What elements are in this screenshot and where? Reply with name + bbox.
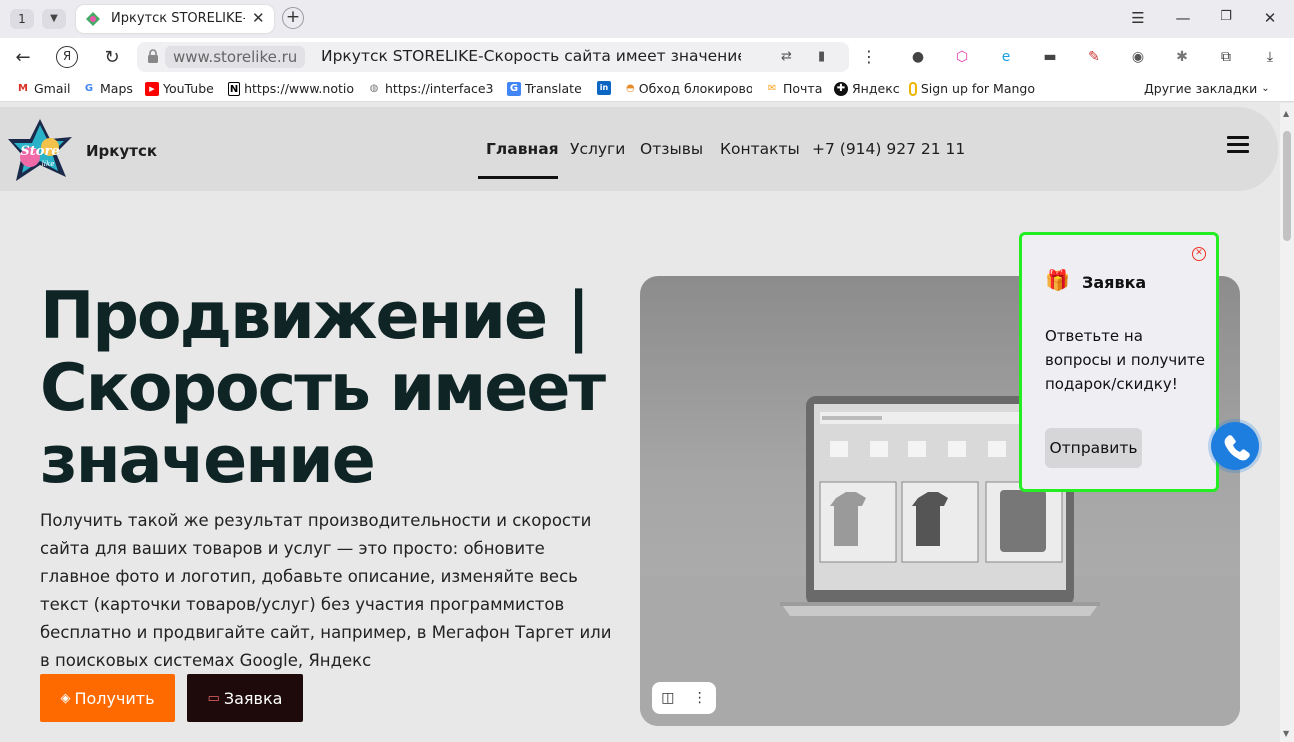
- edge-extension-icon[interactable]: e: [996, 47, 1016, 67]
- gift-icon: 🎁: [1045, 268, 1070, 292]
- chevron-down-icon: ⌄: [1261, 83, 1270, 94]
- mango-icon: [909, 81, 917, 96]
- menu-icon[interactable]: ☰: [1128, 9, 1148, 27]
- nav-active-indicator: [478, 176, 558, 179]
- chat-icon: ▭: [207, 690, 220, 706]
- storelike-logo[interactable]: Store like: [6, 117, 74, 185]
- browser-tab[interactable]: Иркутск STORELIKE-С ✕: [76, 5, 274, 33]
- reload-icon[interactable]: ↻: [101, 47, 123, 68]
- globe-icon: ◍: [369, 82, 379, 94]
- bookmark-mango[interactable]: Sign up for Mango: [909, 81, 1035, 96]
- bookmarks-bar: M Gmail G Maps ▶ YouTube Nhttps://www.notio…: [0, 76, 1294, 102]
- new-tab-button[interactable]: +: [282, 7, 304, 29]
- scroll-up-icon[interactable]: ▲: [1283, 109, 1289, 118]
- gmail-icon: M: [18, 82, 28, 94]
- popup-text: Ответьте на вопросы и получите подарок/с…: [1045, 327, 1205, 393]
- translate-icon: G: [507, 81, 521, 96]
- bookmark-maps[interactable]: G Maps: [82, 81, 133, 96]
- popup-title: Заявка: [1082, 273, 1147, 292]
- nav-phone[interactable]: +7 (914) 927 21 11: [812, 140, 965, 158]
- url-page-title: Иркутск STORELIKE-Скорость сайта имеет з…: [321, 47, 741, 65]
- notion-icon: N: [228, 81, 241, 96]
- fingerprint-extension-icon[interactable]: ◉: [1128, 47, 1148, 67]
- lock-icon: [148, 49, 158, 63]
- web-page: Store like Иркутск Главная Услуги Отзывы…: [0, 103, 1280, 742]
- call-button[interactable]: [1211, 422, 1259, 470]
- maximize-icon[interactable]: ❐: [1216, 9, 1236, 24]
- bookmark-interface[interactable]: ◍ https://interface3: [367, 81, 495, 96]
- scroll-down-icon[interactable]: ▼: [1283, 729, 1289, 738]
- bookmark-yandex[interactable]: ✚ Яндекс: [834, 81, 900, 96]
- extension-bulb-icon[interactable]: ●: [908, 47, 928, 67]
- color-picker-extension-icon[interactable]: ✎: [1084, 47, 1104, 67]
- city-label: Иркутск: [86, 142, 158, 160]
- bookmark-gmail[interactable]: M Gmail: [16, 81, 70, 96]
- minimize-icon[interactable]: —: [1173, 9, 1193, 27]
- translate-page-icon[interactable]: ⇄: [781, 49, 792, 64]
- bookmark-icon[interactable]: ▮: [818, 49, 825, 64]
- page-scrollbar[interactable]: ▲ ▼: [1280, 103, 1294, 742]
- address-bar-row: ← Я ↻ www.storelike.ru Иркутск STORELIKE…: [0, 38, 1294, 76]
- chevron-down-icon[interactable]: ▼: [42, 9, 66, 29]
- phone-icon: [1224, 435, 1250, 461]
- collections-icon[interactable]: ⧉: [1216, 47, 1236, 67]
- hero-description: Получить такой же результат производител…: [40, 511, 612, 670]
- get-button[interactable]: ◈ Получить: [40, 674, 175, 722]
- unblock-icon: ◓: [626, 82, 635, 94]
- popup-close-icon[interactable]: ✕: [1192, 247, 1206, 261]
- bookmark-translate[interactable]: G Translate: [507, 81, 582, 96]
- bookmark-linkedin[interactable]: in: [597, 81, 611, 95]
- url-host: www.storelike.ru: [165, 46, 306, 68]
- tab-counter[interactable]: 1: [10, 9, 34, 29]
- hamburger-menu-icon[interactable]: [1227, 136, 1249, 156]
- bookmark-unblock[interactable]: ◓ Обход блокирово: [626, 81, 752, 96]
- nav-reviews[interactable]: Отзывы: [640, 140, 703, 158]
- browser-tab-bar: 1 ▼ Иркутск STORELIKE-С ✕ + ☰ — ❐ ✕: [0, 0, 1294, 38]
- tab-close-icon[interactable]: ✕: [252, 9, 265, 27]
- svg-text:like: like: [42, 160, 55, 168]
- hero-title: Продвижение | Скорость имеет значение: [40, 279, 606, 498]
- request-popup: ✕ 🎁 Заявка Ответьте на вопросы и получит…: [1019, 232, 1219, 492]
- storelike-favicon-icon: [86, 12, 100, 26]
- yandex-icon[interactable]: Я: [56, 46, 78, 68]
- window-close-icon[interactable]: ✕: [1260, 9, 1280, 27]
- tag-icon: ◈: [60, 690, 71, 706]
- more-icon[interactable]: ⋮: [858, 47, 880, 66]
- bookmark-youtube[interactable]: ▶ YouTube: [145, 81, 214, 96]
- pocket-extension-icon[interactable]: ▬: [1040, 47, 1060, 67]
- youtube-icon: ▶: [145, 81, 159, 96]
- linkedin-icon: in: [597, 81, 611, 95]
- more-vertical-icon[interactable]: ⋮: [693, 690, 707, 706]
- yandex-plus-icon: ✚: [834, 81, 848, 96]
- graphql-extension-icon[interactable]: ⬡: [952, 47, 972, 67]
- url-field[interactable]: www.storelike.ru Иркутск STORELIKE-Скоро…: [137, 42, 849, 72]
- camera-icon[interactable]: ◫: [661, 690, 674, 706]
- image-toolbar: ◫ ⋮: [652, 682, 716, 714]
- other-bookmarks[interactable]: Другие закладки ⌄: [1144, 81, 1270, 96]
- request-button[interactable]: ▭ Заявка: [187, 674, 303, 722]
- google-icon: G: [84, 82, 94, 94]
- puzzle-extension-icon[interactable]: ✱: [1172, 47, 1192, 67]
- nav-services[interactable]: Услуги: [570, 140, 625, 158]
- scrollbar-thumb[interactable]: [1283, 131, 1291, 241]
- bookmark-notion[interactable]: Nhttps://www.notio: [228, 81, 354, 96]
- svg-text:Store: Store: [20, 144, 59, 159]
- nav-contacts[interactable]: Контакты: [720, 140, 800, 158]
- tab-title: Иркутск STORELIKE-С: [111, 11, 245, 26]
- download-icon[interactable]: ⤓: [1260, 47, 1280, 67]
- bookmark-mail[interactable]: ✉ Почта: [765, 81, 823, 96]
- mail-icon: ✉: [767, 82, 777, 94]
- site-header: Store like Иркутск Главная Услуги Отзывы…: [0, 107, 1278, 191]
- back-icon[interactable]: ←: [12, 47, 34, 68]
- popup-send-button[interactable]: Отправить: [1045, 428, 1142, 468]
- nav-home[interactable]: Главная: [486, 140, 559, 158]
